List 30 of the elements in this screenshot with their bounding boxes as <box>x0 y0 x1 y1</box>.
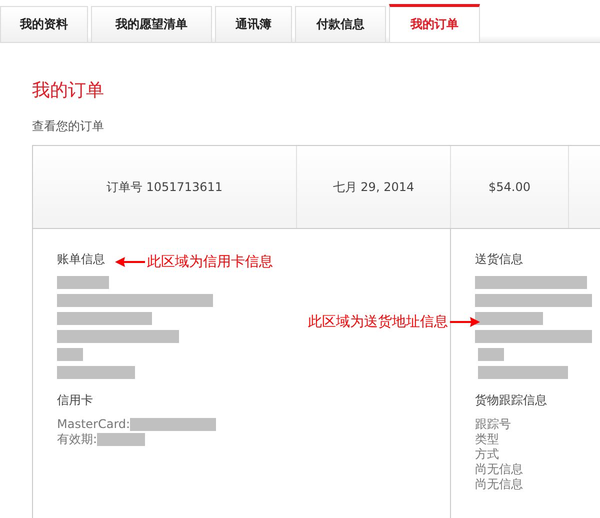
section-title: 信用卡 <box>57 392 93 409</box>
arrow-icon <box>115 257 145 267</box>
tracking-line: 尚无信息 <box>475 477 523 492</box>
card-label: MasterCard: <box>57 417 130 432</box>
annotation-text: 此区域为送货地址信息 <box>308 313 448 331</box>
tracking-line: 方式 <box>475 447 499 462</box>
order-total: $54.00 <box>451 146 569 228</box>
order-number: 订单号 1051713611 <box>33 146 297 228</box>
redaction-bar <box>97 433 146 446</box>
tab[interactable]: 通讯簿 <box>215 6 292 42</box>
tracking-line: 跟踪号 <box>475 417 511 432</box>
tracking-line: 类型 <box>475 432 499 447</box>
section-title: 送货信息 <box>475 251 523 268</box>
tab[interactable]: 付款信息 <box>295 6 386 42</box>
tracking-line: 尚无信息 <box>475 462 523 477</box>
redaction-bar <box>57 348 83 361</box>
tab[interactable]: 我的愿望清单 <box>91 6 212 42</box>
page-subtitle: 查看您的订单 <box>32 118 105 135</box>
annotation-text: 此区域为信用卡信息 <box>147 253 273 271</box>
page-heading: 我的订单 <box>32 79 105 102</box>
tab[interactable]: 我的订单 <box>389 4 480 42</box>
tab[interactable]: 我的资料 <box>0 6 88 42</box>
redaction-bar <box>475 312 543 325</box>
redaction-bar <box>57 276 109 289</box>
section-title: 账单信息 <box>57 251 105 268</box>
redaction-bar <box>478 348 504 361</box>
order-date: 七月 29, 2014 <box>297 146 451 228</box>
card-label: 有效期: <box>57 432 98 447</box>
section-title: 货物跟踪信息 <box>475 392 547 409</box>
arrow-icon <box>450 317 480 327</box>
